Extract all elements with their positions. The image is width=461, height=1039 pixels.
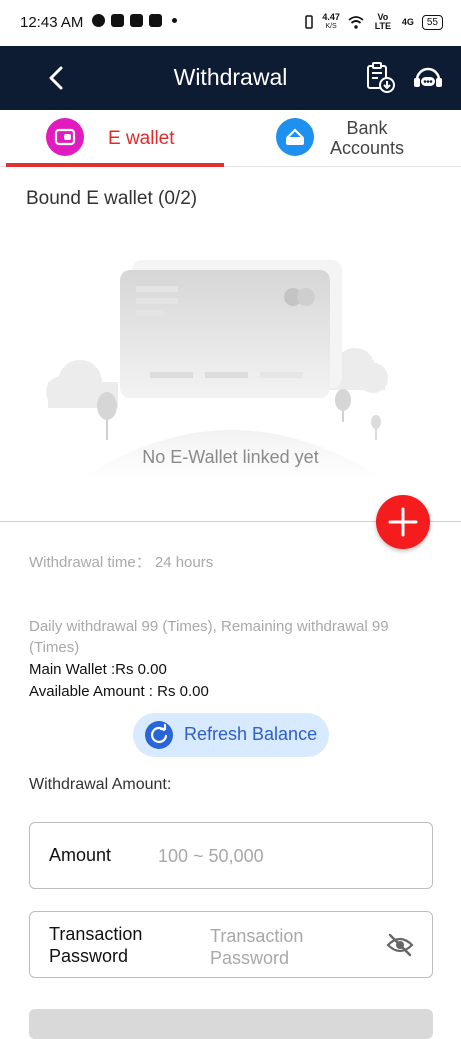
- transaction-password-label-line1: Transaction: [49, 924, 143, 944]
- amount-label: Amount: [49, 845, 112, 865]
- transaction-password-input[interactable]: [210, 924, 370, 966]
- submit-withdrawal-button[interactable]: [29, 1009, 433, 1039]
- volte-label: Vo LTE: [374, 12, 392, 31]
- amount-field-container: Amount: [29, 822, 433, 889]
- status-time: 12:43 AM: [20, 14, 84, 31]
- tab-bank-accounts[interactable]: Bank Accounts: [230, 110, 461, 166]
- refresh-balance-button[interactable]: Refresh Balance: [133, 713, 329, 757]
- notification-icons: [92, 14, 177, 27]
- amount-input[interactable]: [158, 843, 418, 869]
- main-wallet-balance: Main Wallet :Rs 0.00: [29, 661, 167, 678]
- square-notification-icon: [149, 14, 162, 27]
- app-notification-icon: [111, 14, 124, 27]
- withdrawal-records-button[interactable]: [362, 60, 398, 96]
- wallet-icon: [46, 118, 84, 156]
- wallet-type-tabs: E wallet Bank Accounts: [0, 110, 461, 167]
- withdrawal-time-text: Withdrawal time： 24 hours: [29, 554, 214, 571]
- available-amount: Available Amount : Rs 0.00: [29, 683, 209, 700]
- net-speed: 4.47 K/S: [322, 13, 340, 31]
- customer-service-button[interactable]: [410, 60, 446, 96]
- withdrawal-amount-label: Withdrawal Amount:: [29, 776, 172, 793]
- tab-bank-label-line1: Bank: [346, 118, 388, 138]
- bank-card-icon: [276, 118, 314, 156]
- refresh-balance-label: Refresh Balance: [184, 724, 318, 744]
- transaction-password-container: Transaction Password Transaction Passwor…: [29, 911, 433, 978]
- clipboard-download-icon: [367, 62, 395, 93]
- add-e-wallet-button[interactable]: [376, 495, 430, 549]
- plus-icon: [388, 507, 418, 537]
- tab-e-wallet-label: E wallet: [108, 128, 175, 149]
- daily-withdrawal-limit-text: Daily withdrawal 99 (Times), Remaining w…: [29, 618, 389, 656]
- net-speed-value: 4.47: [322, 12, 340, 22]
- more-notifications-icon: [172, 18, 177, 23]
- eye-off-icon: [386, 933, 414, 957]
- transaction-password-label-line2: Password: [49, 946, 129, 966]
- chat-notification-icon: [92, 14, 105, 27]
- empty-state-text: No E-Wallet linked yet: [142, 447, 319, 467]
- status-right: 4.47 K/S Vo LTE 4G 55: [304, 13, 443, 31]
- refresh-icon: [145, 721, 173, 749]
- active-tab-indicator: [6, 163, 224, 167]
- status-bar: 12:43 AM 4.47 K/S Vo LTE 4G 55: [0, 0, 461, 46]
- tab-e-wallet[interactable]: E wallet: [6, 110, 224, 167]
- net-speed-unit: K/S: [325, 23, 337, 30]
- toggle-password-visibility-button[interactable]: [386, 932, 414, 958]
- app-header: Withdrawal: [0, 46, 461, 110]
- vibrate-icon: [305, 15, 314, 29]
- wifi-icon: [348, 15, 364, 29]
- bound-e-wallet-title: Bound E wallet (0/2): [26, 188, 198, 209]
- transaction-password-label: Transaction Password: [49, 923, 142, 967]
- battery-indicator: 55: [421, 14, 443, 30]
- tab-bank-accounts-label: Bank Accounts: [322, 118, 412, 158]
- customer-service-icon: [414, 67, 442, 87]
- signal-4g-label: 4G: [401, 16, 414, 27]
- tab-bank-label-line2: Accounts: [329, 138, 405, 158]
- empty-wallet-illustration: [46, 260, 388, 480]
- v-notification-icon: [130, 14, 143, 27]
